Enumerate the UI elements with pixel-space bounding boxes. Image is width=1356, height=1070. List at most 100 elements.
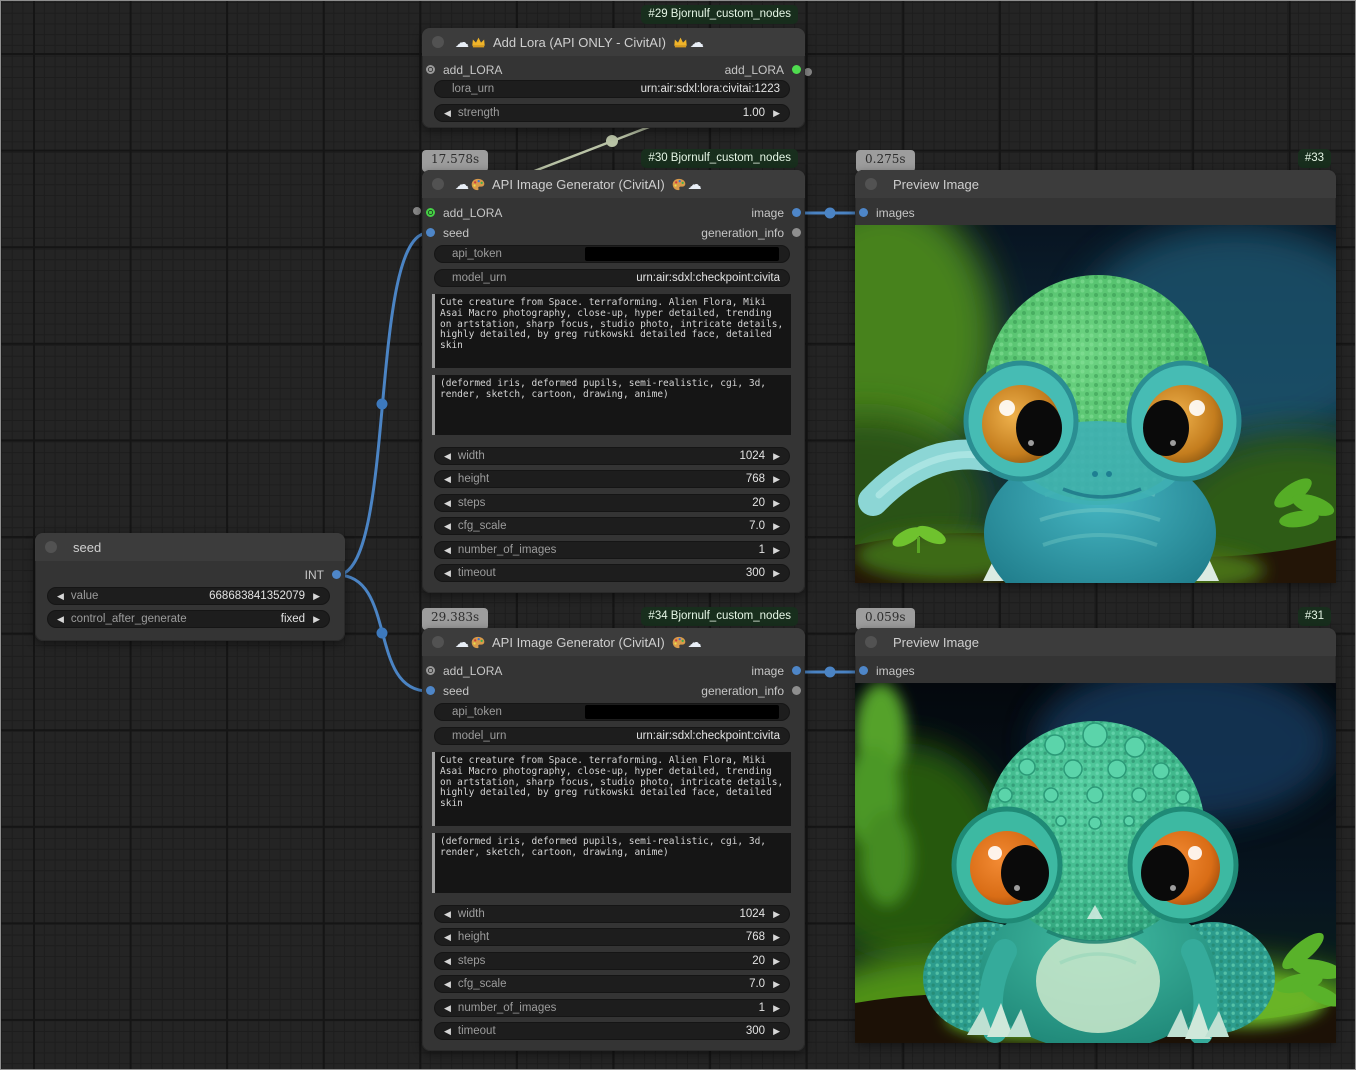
decrement-arrow-icon[interactable]: ◀: [444, 910, 451, 919]
node-api-image-generator-1[interactable]: ☁ API Image Generator (CivitAI) ☁ add_LO…: [422, 170, 805, 593]
output-port-add-lora[interactable]: [792, 65, 801, 74]
node-seed[interactable]: seed INT ◀ value 668683841352079 ▶ ◀ con…: [35, 533, 345, 641]
node-preview-image-1[interactable]: Preview Image images: [855, 170, 1336, 583]
output-port-generation-info[interactable]: [792, 228, 801, 237]
node-preview-image-2[interactable]: Preview Image images: [855, 628, 1336, 1043]
increment-arrow-icon[interactable]: ▶: [773, 452, 780, 461]
collapse-dot[interactable]: [865, 636, 877, 648]
link-midpoint-dot[interactable]: [825, 667, 836, 678]
node-titlebar[interactable]: ☁ Add Lora (API ONLY - CivitAI) ☁: [422, 28, 805, 56]
increment-arrow-icon[interactable]: ▶: [773, 475, 780, 484]
widget-value: urn:air:sdxl:checkpoint:civita: [636, 730, 780, 742]
model-urn-widget[interactable]: model_urn urn:air:sdxl:checkpoint:civita: [434, 727, 790, 745]
api-token-widget[interactable]: api_token: [434, 703, 790, 721]
widget-label: lora_urn: [452, 83, 494, 95]
link-midpoint-dot[interactable]: [825, 208, 836, 219]
width-widget[interactable]: ◀width1024▶: [434, 905, 790, 923]
negative-prompt-textarea[interactable]: (deformed iris, deformed pupils, semi-re…: [432, 375, 791, 435]
link-midpoint-dot[interactable]: [606, 135, 618, 147]
input-port-seed[interactable]: [426, 228, 435, 237]
api-token-widget[interactable]: api_token: [434, 245, 790, 263]
crown-icon: [471, 36, 486, 48]
width-widget[interactable]: ◀width1024▶: [434, 447, 790, 465]
node-add-lora[interactable]: ☁ Add Lora (API ONLY - CivitAI) ☁ add_LO…: [422, 28, 805, 128]
node-api-image-generator-2[interactable]: ☁ API Image Generator (CivitAI) ☁ add_LO…: [422, 628, 805, 1051]
negative-prompt-textarea[interactable]: (deformed iris, deformed pupils, semi-re…: [432, 833, 791, 893]
increment-arrow-icon[interactable]: ▶: [773, 569, 780, 578]
collapse-dot[interactable]: [432, 636, 444, 648]
decrement-arrow-icon[interactable]: ◀: [444, 452, 451, 461]
node-titlebar[interactable]: Preview Image: [855, 170, 1336, 198]
control-after-generate-widget[interactable]: ◀ control_after_generate fixed ▶: [47, 610, 330, 628]
collapse-dot[interactable]: [432, 178, 444, 190]
widget-label: cfg_scale: [458, 978, 507, 990]
decrement-arrow-icon[interactable]: ◀: [57, 592, 64, 601]
link-midpoint-dot[interactable]: [377, 399, 388, 410]
increment-arrow-icon[interactable]: ▶: [773, 522, 780, 531]
link-midpoint-dot[interactable]: [377, 628, 388, 639]
output-port-image[interactable]: [792, 208, 801, 217]
timeout-widget[interactable]: ◀timeout300▶: [434, 1022, 790, 1040]
decrement-arrow-icon[interactable]: ◀: [444, 522, 451, 531]
collapse-dot[interactable]: [865, 178, 877, 190]
positive-prompt-textarea[interactable]: Cute creature from Space. terraforming. …: [432, 752, 791, 826]
increment-arrow-icon[interactable]: ▶: [773, 980, 780, 989]
collapse-dot[interactable]: [45, 541, 57, 553]
height-widget[interactable]: ◀height768▶: [434, 470, 790, 488]
decrement-arrow-icon[interactable]: ◀: [444, 109, 451, 118]
positive-prompt-textarea[interactable]: Cute creature from Space. terraforming. …: [432, 294, 791, 368]
decrement-arrow-icon[interactable]: ◀: [444, 1004, 451, 1013]
collapse-dot[interactable]: [432, 36, 444, 48]
input-port-add-lora[interactable]: [426, 666, 435, 675]
output-port-image[interactable]: [792, 666, 801, 675]
lora-urn-widget[interactable]: lora_urn urn:air:sdxl:lora:civitai:1223: [434, 80, 790, 98]
height-widget[interactable]: ◀height768▶: [434, 928, 790, 946]
decrement-arrow-icon[interactable]: ◀: [444, 957, 451, 966]
preview-image-creature-2[interactable]: [855, 683, 1336, 1043]
increment-arrow-icon[interactable]: ▶: [313, 615, 320, 624]
decrement-arrow-icon[interactable]: ◀: [444, 933, 451, 942]
input-port-seed[interactable]: [426, 686, 435, 695]
widget-value: 300: [746, 1025, 765, 1037]
cfg-scale-widget[interactable]: ◀cfg_scale7.0▶: [434, 975, 790, 993]
decrement-arrow-icon[interactable]: ◀: [444, 1027, 451, 1036]
decrement-arrow-icon[interactable]: ◀: [444, 546, 451, 555]
number-of-images-widget[interactable]: ◀number_of_images1▶: [434, 999, 790, 1017]
graph-canvas[interactable]: #29 Bjornulf_custom_nodes 17.578s #30 Bj…: [0, 0, 1356, 1070]
increment-arrow-icon[interactable]: ▶: [773, 546, 780, 555]
increment-arrow-icon[interactable]: ▶: [773, 1004, 780, 1013]
decrement-arrow-icon[interactable]: ◀: [444, 569, 451, 578]
input-label: seed: [443, 226, 469, 240]
input-port-images[interactable]: [859, 666, 868, 675]
input-port-add-lora[interactable]: [426, 208, 435, 217]
model-urn-widget[interactable]: model_urn urn:air:sdxl:checkpoint:civita: [434, 269, 790, 287]
number-of-images-widget[interactable]: ◀number_of_images1▶: [434, 541, 790, 559]
increment-arrow-icon[interactable]: ▶: [773, 957, 780, 966]
preview-image-creature-1[interactable]: [855, 225, 1336, 583]
decrement-arrow-icon[interactable]: ◀: [57, 615, 64, 624]
node-id-badge: #29 Bjornulf_custom_nodes: [641, 5, 798, 24]
increment-arrow-icon[interactable]: ▶: [313, 592, 320, 601]
decrement-arrow-icon[interactable]: ◀: [444, 475, 451, 484]
node-titlebar[interactable]: ☁ API Image Generator (CivitAI) ☁: [422, 170, 805, 198]
output-port-generation-info[interactable]: [792, 686, 801, 695]
steps-widget[interactable]: ◀steps20▶: [434, 494, 790, 512]
node-titlebar[interactable]: ☁ API Image Generator (CivitAI) ☁: [422, 628, 805, 656]
decrement-arrow-icon[interactable]: ◀: [444, 499, 451, 508]
increment-arrow-icon[interactable]: ▶: [773, 933, 780, 942]
input-port-add-lora[interactable]: [426, 65, 435, 74]
timeout-widget[interactable]: ◀timeout300▶: [434, 564, 790, 582]
increment-arrow-icon[interactable]: ▶: [773, 499, 780, 508]
output-port-int[interactable]: [332, 570, 341, 579]
strength-widget[interactable]: ◀ strength 1.00 ▶: [434, 104, 790, 122]
input-port-images[interactable]: [859, 208, 868, 217]
node-titlebar[interactable]: Preview Image: [855, 628, 1336, 656]
increment-arrow-icon[interactable]: ▶: [773, 910, 780, 919]
increment-arrow-icon[interactable]: ▶: [773, 1027, 780, 1036]
seed-value-widget[interactable]: ◀ value 668683841352079 ▶: [47, 587, 330, 605]
decrement-arrow-icon[interactable]: ◀: [444, 980, 451, 989]
cfg-scale-widget[interactable]: ◀cfg_scale7.0▶: [434, 517, 790, 535]
steps-widget[interactable]: ◀steps20▶: [434, 952, 790, 970]
node-titlebar[interactable]: seed: [35, 533, 345, 561]
increment-arrow-icon[interactable]: ▶: [773, 109, 780, 118]
